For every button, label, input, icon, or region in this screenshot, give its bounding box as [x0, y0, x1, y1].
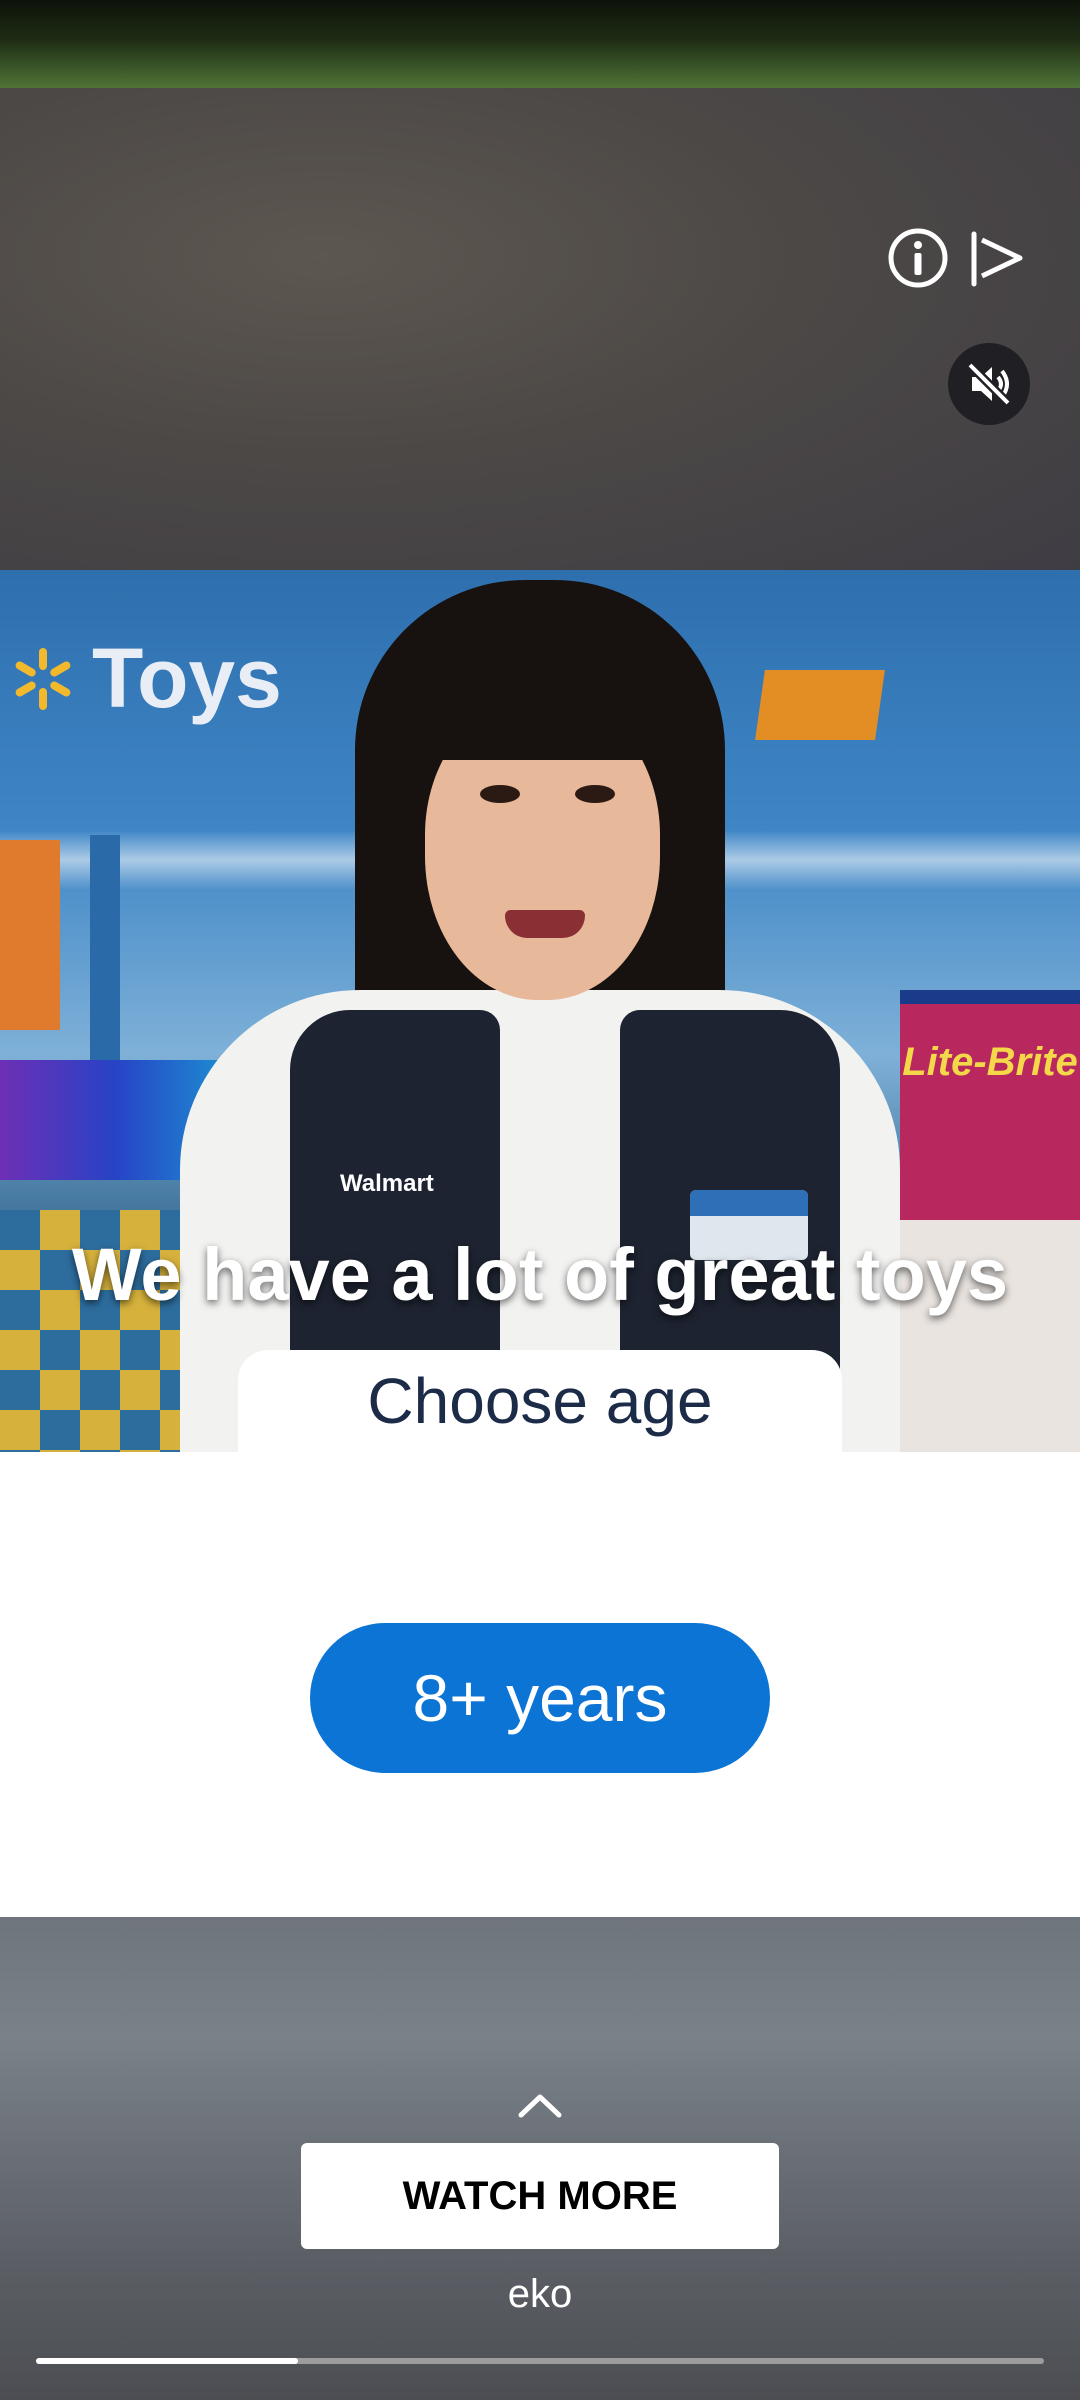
choose-age-header: Choose age [238, 1350, 842, 1452]
video-top-area[interactable] [0, 88, 1080, 570]
background-shelf [90, 835, 120, 1095]
video-progress-fill [36, 2358, 299, 2364]
background-shelf [0, 840, 60, 1030]
chevron-up-icon[interactable] [515, 2090, 565, 2120]
player-controls [886, 226, 1028, 290]
vest-logo: Walmart [340, 1170, 434, 1197]
info-icon[interactable] [886, 226, 950, 290]
presenter-mouth [505, 910, 585, 938]
video-progress-bar[interactable] [36, 2358, 1044, 2364]
brand-label: eko [507, 2272, 573, 2316]
toy-box-logo: Lite-Brite [902, 1040, 1078, 1084]
status-bar [0, 0, 1080, 88]
video-caption: We have a lot of great toys [71, 1233, 1009, 1316]
age-option-button[interactable]: 8+ years [310, 1623, 770, 1773]
presenter: Walmart [180, 570, 900, 1452]
presenter-eye [575, 785, 615, 803]
muted-speaker-icon [966, 361, 1012, 407]
spark-logo-icon [15, 647, 71, 710]
video-frame[interactable]: Lite-Brite Toys Walmart [0, 570, 1080, 1452]
watch-more-button[interactable]: WATCH MORE [301, 2143, 779, 2249]
name-badge-header [690, 1190, 808, 1216]
mute-button[interactable] [948, 343, 1030, 425]
background-toy-box [900, 990, 1080, 1224]
share-play-icon[interactable] [964, 226, 1028, 290]
presenter-eye [480, 785, 520, 803]
